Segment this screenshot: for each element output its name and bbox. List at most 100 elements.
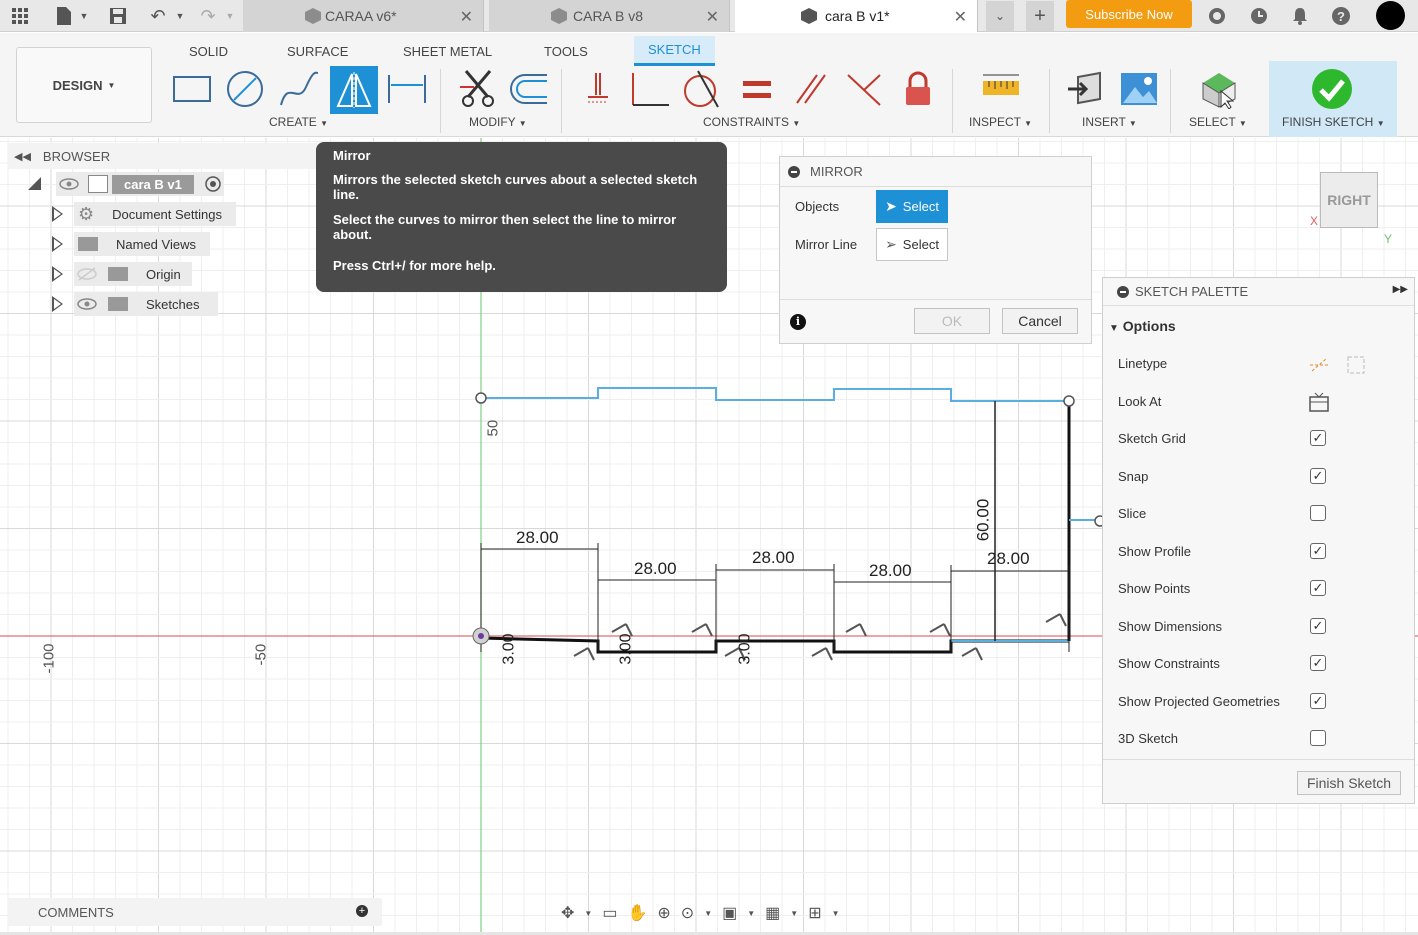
select-menu[interactable]: SELECT ▼ [1189, 115, 1247, 129]
tab-sketch[interactable]: SKETCH [634, 36, 715, 66]
hidden-eye-icon[interactable] [76, 266, 98, 282]
item-chip[interactable]: ⚙ Document Settings [74, 202, 236, 226]
undo-chevron-icon[interactable]: ▼ [168, 4, 192, 28]
expanded-triangle-icon[interactable] [28, 177, 41, 190]
sync-icon[interactable] [1205, 4, 1229, 28]
trim-tool[interactable] [455, 66, 501, 112]
notification-bell-icon[interactable] [1288, 4, 1312, 28]
job-status-clock-icon[interactable] [1247, 4, 1271, 28]
equal-constraint-icon[interactable] [734, 66, 780, 112]
browser-item-named-views[interactable]: Named Views [8, 229, 328, 259]
finish-sketch-check-icon[interactable] [1309, 66, 1355, 112]
item-chip[interactable]: Origin [74, 262, 192, 286]
modify-menu[interactable]: MODIFY ▼ [469, 115, 527, 129]
dimension-label[interactable]: 3.00 [618, 633, 636, 664]
spline-tool[interactable] [276, 66, 322, 112]
chevron-down-icon[interactable]: ▼ [584, 909, 592, 918]
show-dimensions-checkbox[interactable]: ✓ [1310, 618, 1326, 634]
show-points-checkbox[interactable]: ✓ [1310, 580, 1326, 596]
info-icon[interactable]: i [790, 314, 806, 330]
collinear-constraint-icon[interactable] [841, 66, 887, 112]
tab-sheet-metal[interactable]: SHEET METAL [403, 39, 492, 63]
insert-menu[interactable]: INSERT ▼ [1082, 115, 1137, 129]
view-cube-face[interactable]: RIGHT [1320, 172, 1378, 228]
chevron-down-icon[interactable]: ▼ [704, 909, 712, 918]
expand-triangle-icon[interactable] [52, 206, 63, 222]
viewports-icon[interactable]: ⊞ [808, 903, 821, 923]
root-chip[interactable]: cara B v1 [56, 172, 224, 196]
file-menu-chevron-icon[interactable]: ▼ [72, 4, 96, 28]
options-section[interactable]: ▼ Options [1109, 318, 1176, 334]
cancel-button[interactable]: Cancel [1002, 308, 1078, 334]
tab-surface[interactable]: SURFACE [287, 39, 348, 63]
orbit-icon[interactable]: ✥ [561, 903, 574, 923]
pan-hand-icon[interactable]: ✋ [627, 903, 647, 923]
dimension-label[interactable]: 28.00 [752, 548, 795, 568]
show-profile-checkbox[interactable]: ✓ [1310, 543, 1326, 559]
visibility-eye-icon[interactable] [76, 296, 98, 312]
new-tab-plus-icon[interactable]: + [1026, 1, 1054, 31]
3d-sketch-checkbox[interactable] [1310, 730, 1326, 746]
expand-palette-icon[interactable]: ▶▶ [1393, 284, 1408, 295]
collapse-panel-icon[interactable]: ◀◀ [14, 150, 31, 163]
measure-tool[interactable] [978, 66, 1024, 112]
display-settings-icon[interactable]: ▣ [722, 903, 737, 923]
dimension-label[interactable]: 28.00 [869, 561, 912, 581]
sketch-point[interactable] [475, 392, 487, 404]
rectangle-tool[interactable] [169, 66, 215, 112]
objects-select-button[interactable]: ➤ Select [876, 190, 948, 223]
inspect-menu[interactable]: INSPECT ▼ [969, 115, 1032, 129]
finish-sketch-button[interactable]: Finish Sketch [1297, 771, 1401, 795]
create-menu[interactable]: CREATE ▼ [269, 115, 328, 129]
select-tool[interactable] [1195, 66, 1241, 112]
ok-button[interactable]: OK [914, 308, 990, 334]
dimension-label[interactable]: 28.00 [516, 528, 559, 548]
dimension-label[interactable]: 28.00 [634, 559, 677, 579]
item-chip[interactable]: Sketches [74, 292, 218, 316]
show-projected-geometries-checkbox[interactable]: ✓ [1310, 693, 1326, 709]
parallel-constraint-icon[interactable] [788, 66, 834, 112]
dimension-label[interactable]: 28.00 [987, 549, 1030, 569]
apps-grid-icon[interactable] [8, 4, 32, 28]
constraints-menu[interactable]: CONSTRAINTS ▼ [703, 115, 800, 129]
activate-radio-icon[interactable] [204, 175, 222, 193]
item-chip[interactable]: Named Views [74, 232, 210, 256]
snap-checkbox[interactable]: ✓ [1310, 468, 1326, 484]
look-at-nav-icon[interactable]: ▭ [602, 903, 617, 923]
close-icon[interactable]: ✕ [706, 7, 719, 27]
expand-triangle-icon[interactable] [52, 296, 63, 312]
tab-solid[interactable]: SOLID [189, 39, 228, 63]
tangent-constraint-icon[interactable] [679, 66, 725, 112]
collapse-dialog-icon[interactable] [788, 165, 800, 178]
save-icon[interactable] [106, 4, 130, 28]
mirror-line-select-button[interactable]: ➢ Select [876, 228, 948, 261]
subscribe-button[interactable]: Subscribe Now [1066, 0, 1192, 28]
collapse-palette-icon[interactable] [1117, 285, 1129, 298]
coincident-constraint-icon[interactable] [573, 66, 619, 112]
slice-checkbox[interactable] [1310, 505, 1326, 521]
dimension-label[interactable]: 3.00 [501, 633, 519, 664]
dimension-tool[interactable] [384, 66, 430, 112]
dimension-label[interactable]: 3.00 [737, 633, 755, 664]
browser-root[interactable]: cara B v1 [8, 169, 328, 199]
finish-sketch-menu[interactable]: FINISH SKETCH ▼ [1282, 115, 1385, 129]
fit-zoom-icon[interactable]: ⊙ [681, 903, 694, 923]
tabs-overflow-chevron-icon[interactable]: ⌄ [986, 1, 1014, 31]
mirror-tool[interactable] [330, 66, 378, 114]
grid-settings-icon[interactable]: ▦ [765, 903, 780, 923]
tab-tools[interactable]: TOOLS [544, 39, 588, 63]
document-tab-2[interactable]: CARA B v8 ✕ [489, 0, 730, 32]
chevron-down-icon[interactable]: ▼ [747, 909, 755, 918]
sketch-grid-checkbox[interactable]: ✓ [1310, 430, 1326, 446]
chevron-down-icon[interactable]: ▼ [790, 909, 798, 918]
expand-triangle-icon[interactable] [52, 266, 63, 282]
centerline-linetype-icon[interactable] [1345, 354, 1367, 376]
add-comment-icon[interactable]: + [356, 905, 368, 917]
visibility-eye-icon[interactable] [58, 176, 80, 192]
sketch-point[interactable] [1063, 395, 1075, 407]
redo-icon[interactable]: ↷ [196, 4, 220, 28]
browser-item-sketches[interactable]: Sketches [8, 289, 328, 319]
user-avatar[interactable] [1376, 1, 1405, 30]
comments-panel[interactable]: COMMENTS + [8, 898, 382, 926]
undo-icon[interactable]: ↶ [146, 4, 170, 28]
